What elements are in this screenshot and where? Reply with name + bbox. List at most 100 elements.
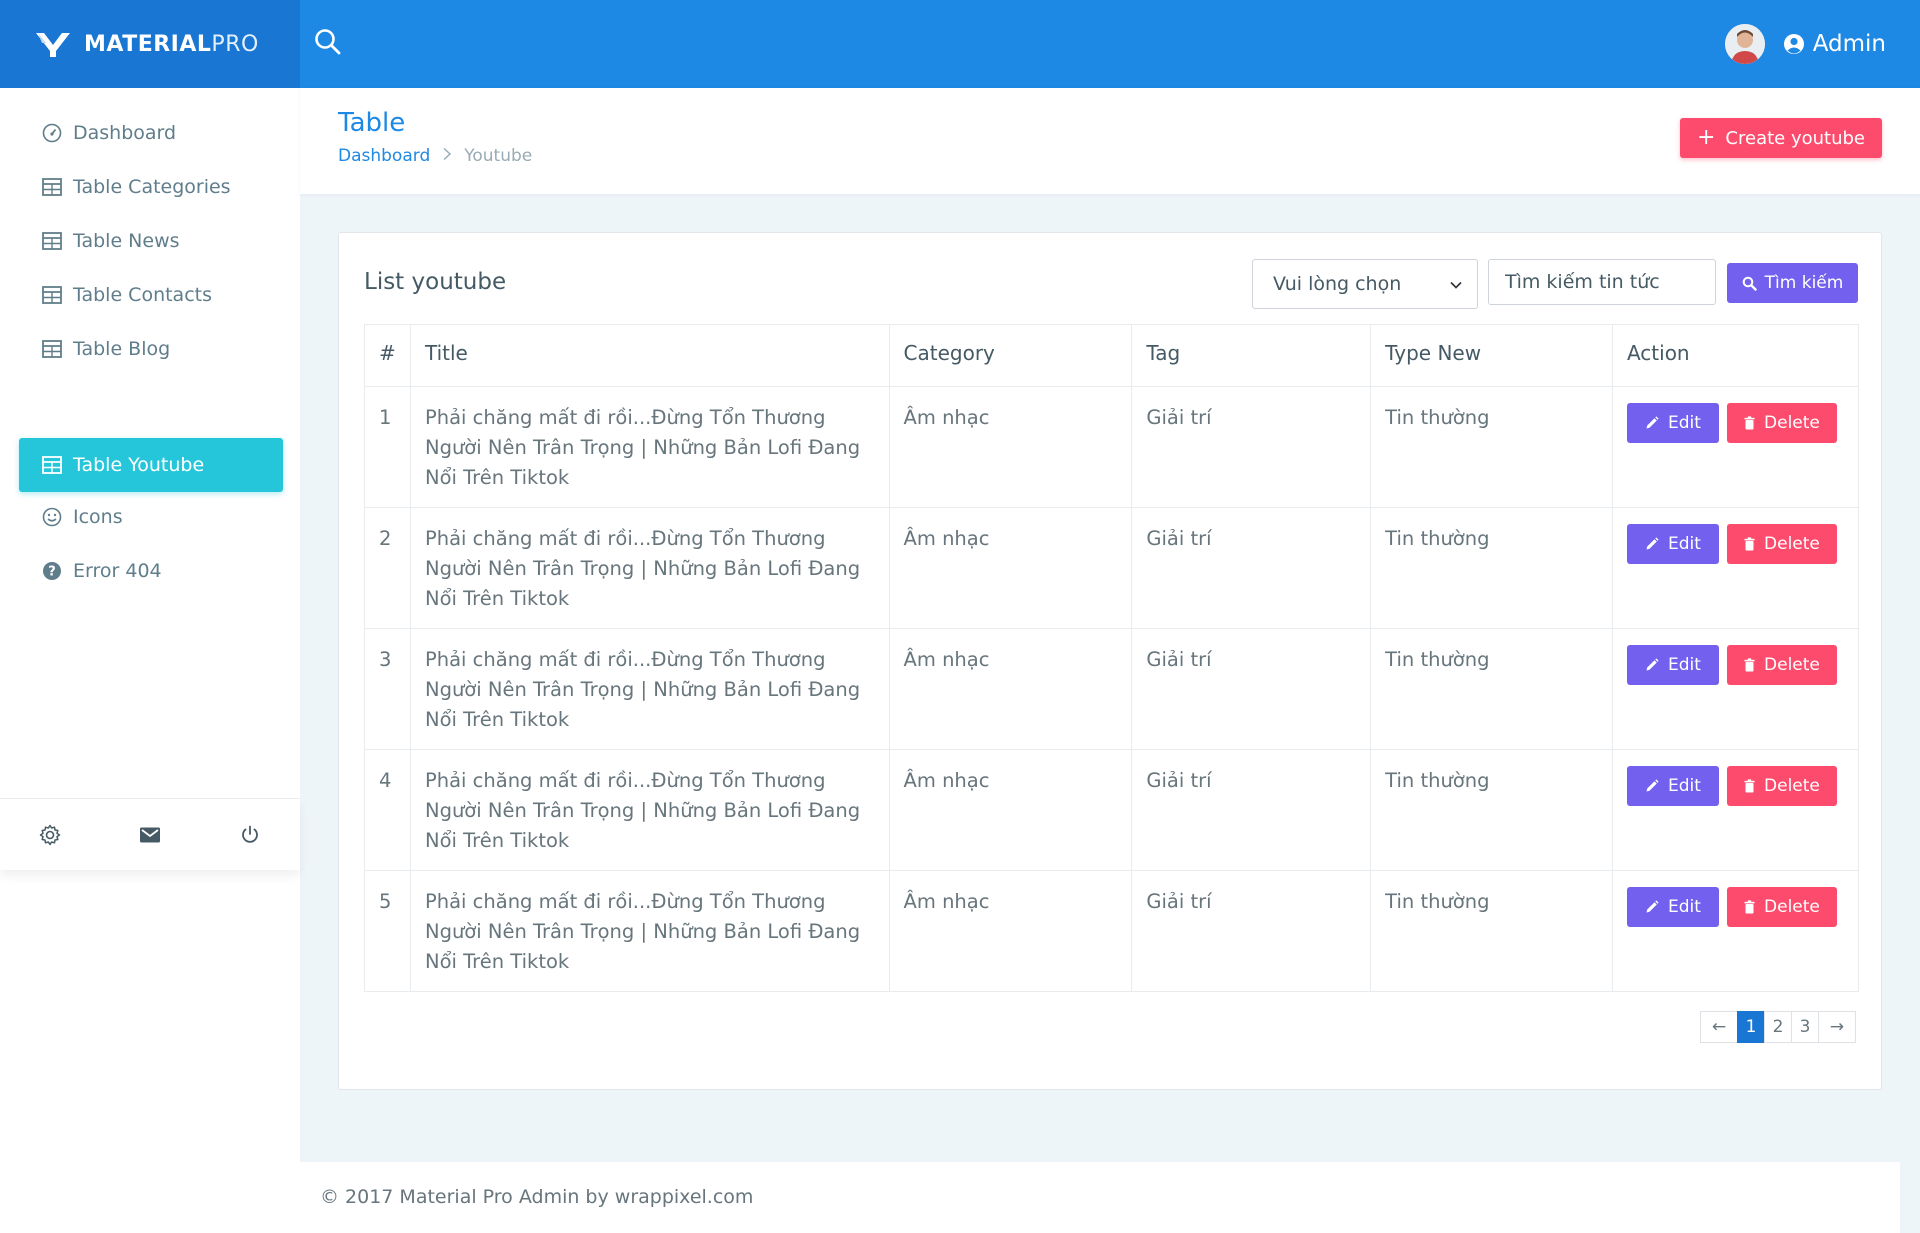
sidebar-item-table-blog[interactable]: Table Blog (19, 322, 283, 376)
pencil-icon (1646, 416, 1659, 429)
delete-button[interactable]: Delete (1726, 766, 1837, 806)
brand-logo[interactable]: MATERIALPRO (0, 0, 300, 88)
trash-icon (1744, 900, 1755, 914)
sidebar-item-table-categories[interactable]: Table Categories (19, 160, 283, 214)
footer-text: © 2017 Material Pro Admin by wrappixel.c… (320, 1186, 754, 1208)
row-type: Tin thường (1370, 628, 1613, 750)
breadcrumb: Dashboard Youtube (338, 146, 532, 166)
sidebar-item-icons[interactable]: Icons (19, 490, 283, 544)
row-actions: Edit Delete (1611, 870, 1860, 992)
column-header: Action (1611, 324, 1860, 387)
table-row: 2 Phải chăng mất đi rồi...Đừng Tổn Thươn… (364, 507, 1860, 629)
smile-icon (41, 506, 63, 528)
row-category: Âm nhạc (888, 749, 1133, 871)
row-actions: Edit Delete (1611, 507, 1860, 629)
table-icon (41, 176, 63, 198)
sidebar-item-label: Table Youtube (73, 454, 205, 476)
sidebar-item-table-youtube[interactable]: Table Youtube (19, 438, 283, 492)
table-row: 1 Phải chăng mất đi rồi...Đừng Tổn Thươn… (364, 386, 1860, 508)
row-tag: Giải trí (1131, 749, 1372, 871)
search-button[interactable]: Tìm kiếm (1727, 263, 1858, 303)
sidebar-item-error-404[interactable]: ? Error 404 (19, 544, 283, 598)
avatar[interactable] (1724, 24, 1765, 64)
next-page-button[interactable]: → (1818, 1011, 1856, 1043)
brand-name: MATERIALPRO (84, 31, 259, 57)
row-category: Âm nhạc (888, 386, 1133, 508)
chevron-down-icon (1449, 273, 1463, 295)
delete-button[interactable]: Delete (1726, 524, 1837, 564)
category-select[interactable]: Vui lòng chọn (1252, 259, 1478, 309)
row-type: Tin thường (1370, 870, 1613, 992)
user-name: Admin (1812, 31, 1886, 57)
row-title: Phải chăng mất đi rồi...Đừng Tổn Thương … (409, 749, 890, 871)
sidebar-item-label: Dashboard (73, 122, 177, 144)
row-number: 4 (364, 749, 411, 871)
sidebar-item-label: Table Blog (73, 338, 171, 360)
edit-button[interactable]: Edit (1626, 887, 1719, 927)
search-input[interactable] (1488, 259, 1716, 305)
trash-icon (1744, 779, 1755, 793)
gear-icon[interactable] (34, 819, 66, 851)
trash-icon (1744, 658, 1755, 672)
gauge-icon (41, 122, 63, 144)
delete-button[interactable]: Delete (1726, 403, 1837, 443)
row-tag: Giải trí (1131, 628, 1372, 750)
page-button-1[interactable]: 1 (1737, 1011, 1765, 1043)
edit-button[interactable]: Edit (1626, 403, 1719, 443)
delete-button[interactable]: Delete (1726, 887, 1837, 927)
sidebar: Dashboard Table Categories Table News Ta… (0, 88, 300, 1233)
page-footer: © 2017 Material Pro Admin by wrappixel.c… (300, 1162, 1900, 1233)
user-menu[interactable]: Admin (1783, 31, 1886, 57)
table-icon (41, 454, 63, 476)
row-type: Tin thường (1370, 749, 1613, 871)
page-title: Table (338, 108, 406, 138)
edit-button[interactable]: Edit (1626, 766, 1719, 806)
create-youtube-button[interactable]: + Create youtube (1679, 118, 1882, 158)
row-title: Phải chăng mất đi rồi...Đừng Tổn Thương … (409, 628, 890, 750)
row-tag: Giải trí (1131, 870, 1372, 992)
table-header-row: # Title Category Tag Type New Action (364, 324, 1860, 387)
breadcrumb-home-link[interactable]: Dashboard (338, 146, 430, 166)
row-tag: Giải trí (1131, 507, 1372, 629)
plus-icon: + (1696, 125, 1716, 150)
row-category: Âm nhạc (888, 628, 1133, 750)
sidebar-item-label: Error 404 (73, 560, 162, 582)
sidebar-item-label: Icons (73, 506, 123, 528)
svg-text:?: ? (48, 565, 56, 580)
sidebar-item-label: Table Contacts (73, 284, 212, 306)
page-titles-bar: Table Dashboard Youtube + Create youtube (300, 88, 1920, 194)
row-actions: Edit Delete (1611, 386, 1860, 508)
edit-button[interactable]: Edit (1626, 524, 1719, 564)
row-type: Tin thường (1370, 386, 1613, 508)
row-number: 5 (364, 870, 411, 992)
sidebar-footer (0, 798, 300, 870)
row-tag: Giải trí (1131, 386, 1372, 508)
row-actions: Edit Delete (1611, 628, 1860, 750)
youtube-table: # Title Category Tag Type New Action 1 P… (364, 324, 1860, 992)
delete-button[interactable]: Delete (1726, 645, 1837, 685)
pencil-icon (1646, 779, 1659, 792)
power-icon[interactable] (234, 819, 266, 851)
sidebar-item-table-news[interactable]: Table News (19, 214, 283, 268)
table-row: 4 Phải chăng mất đi rồi...Đừng Tổn Thươn… (364, 749, 1860, 871)
user-circle-icon (1783, 34, 1804, 54)
column-header: Tag (1131, 324, 1372, 387)
edit-button[interactable]: Edit (1626, 645, 1719, 685)
column-header: Type New (1370, 324, 1613, 387)
row-number: 3 (364, 628, 411, 750)
pencil-icon (1646, 658, 1659, 671)
page-button-3[interactable]: 3 (1791, 1011, 1819, 1043)
pencil-icon (1646, 900, 1659, 913)
row-title: Phải chăng mất đi rồi...Đừng Tổn Thương … (409, 870, 890, 992)
prev-page-button[interactable]: ← (1700, 1011, 1738, 1043)
sidebar-item-label: Table Categories (73, 176, 231, 198)
top-header: MATERIALPRO Admin (0, 0, 1920, 88)
mail-icon[interactable] (134, 819, 166, 851)
sidebar-item-dashboard[interactable]: Dashboard (19, 106, 283, 160)
sidebar-item-table-contacts[interactable]: Table Contacts (19, 268, 283, 322)
chevron-right-icon (442, 146, 452, 166)
row-actions: Edit Delete (1611, 749, 1860, 871)
row-number: 2 (364, 507, 411, 629)
search-icon[interactable] (312, 26, 344, 58)
page-button-2[interactable]: 2 (1764, 1011, 1792, 1043)
